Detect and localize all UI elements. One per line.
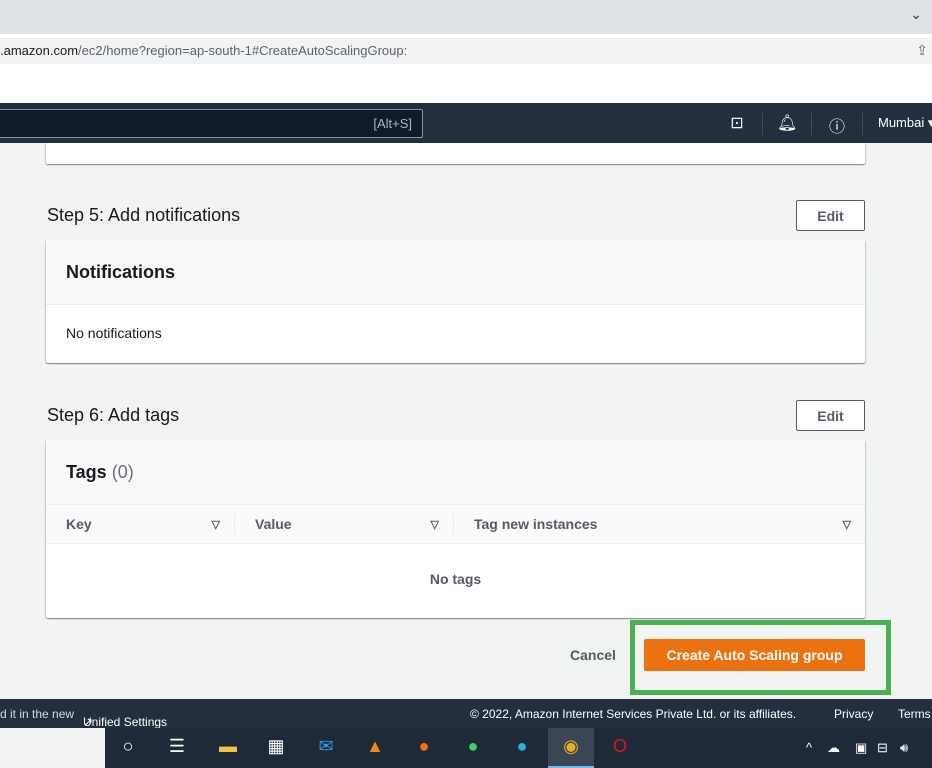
aws-footer: d it in the new Unified Settings ↗ © 202…: [0, 699, 932, 729]
panel-title: Notifications: [46, 240, 865, 305]
network-icon[interactable]: ⊟: [877, 740, 888, 756]
column-key[interactable]: Key ▽: [46, 505, 234, 543]
file-explorer-icon[interactable]: ▬: [214, 736, 242, 757]
divider: [762, 113, 763, 135]
url-field[interactable]: .amazon.com/ec2/home?region=ap-south-1#C…: [0, 38, 932, 64]
previous-step-panel: [46, 143, 865, 164]
sort-icon[interactable]: ▽: [431, 518, 439, 531]
divider: [811, 113, 812, 135]
bell-icon[interactable]: 🔔︎: [777, 113, 797, 133]
browser-tabstrip: ⌄: [0, 0, 932, 34]
whatsapp-icon[interactable]: ●: [459, 736, 487, 757]
mail-icon[interactable]: ✉: [312, 736, 340, 757]
step6-edit-button[interactable]: Edit: [796, 400, 865, 431]
search-input[interactable]: [Alt+S]: [0, 109, 423, 138]
notifications-panel: Notifications No notifications: [46, 240, 865, 363]
search-shortcut: [Alt+S]: [373, 116, 412, 131]
external-link-icon: ↗: [83, 715, 94, 729]
step5-title: Step 5: Add notifications: [47, 205, 241, 225]
notifications-empty: No notifications: [66, 325, 162, 341]
cortana-icon[interactable]: ○: [114, 736, 142, 757]
step5-edit-button[interactable]: Edit: [796, 200, 865, 231]
settings-text: d it in the new: [0, 707, 75, 721]
column-label: Key: [66, 516, 92, 532]
tray-chevron-icon[interactable]: ^: [806, 740, 812, 755]
windows-taskbar: ○ ☰ ▬ ▦ ✉ ▲ ● ● ● ◉ O ^ ☁ ▣ ⊟ 🔊︎: [0, 728, 932, 768]
onedrive-error-icon[interactable]: ☁: [827, 740, 840, 756]
firefox-icon[interactable]: ●: [410, 736, 438, 757]
battery-icon[interactable]: ▣: [855, 740, 867, 756]
vlc-icon[interactable]: ▲: [361, 736, 389, 757]
terms-link[interactable]: Terms: [898, 707, 931, 721]
tags-table-header: Key ▽ Value ▽ Tag new instances ▽: [46, 505, 865, 544]
tags-empty: No tags: [429, 571, 482, 587]
column-label: Value: [255, 516, 292, 532]
chevron-down-icon[interactable]: ⌄: [910, 6, 922, 23]
step6-title: Step 6: Add tags: [47, 405, 180, 425]
aws-top-nav: [Alt+S] ⊡ 🔔︎ ⓘ Mumbai ▾: [0, 103, 932, 143]
tags-count: (0): [111, 462, 134, 482]
column-tag-new-instances[interactable]: Tag new instances ▽: [453, 514, 865, 534]
help-icon[interactable]: ⓘ: [827, 113, 847, 137]
microsoft-store-icon[interactable]: ▦: [262, 736, 290, 757]
cloudshell-icon[interactable]: ⊡: [727, 113, 747, 133]
copyright: © 2022, Amazon Internet Services Private…: [470, 707, 797, 721]
sort-icon[interactable]: ▽: [212, 518, 220, 531]
taskbar-search[interactable]: [0, 728, 105, 768]
edge-icon[interactable]: ●: [508, 736, 536, 757]
column-value[interactable]: Value ▽: [234, 514, 453, 534]
column-label: Tag new instances: [474, 516, 598, 532]
create-auto-scaling-group-button[interactable]: Create Auto Scaling group: [644, 639, 865, 671]
privacy-link[interactable]: Privacy: [834, 707, 873, 721]
link-label: Unified Settings: [83, 715, 168, 729]
panel-title: Tags (0): [46, 440, 865, 505]
url-host: .amazon.com: [0, 43, 79, 58]
divider: [862, 113, 863, 135]
chrome-taskbar-button[interactable]: ◉: [548, 728, 594, 768]
sort-icon[interactable]: ▽: [843, 518, 851, 531]
volume-icon[interactable]: 🔊︎: [900, 740, 908, 756]
cancel-button[interactable]: Cancel: [570, 647, 616, 663]
url-path: /ec2/home?region=ap-south-1#CreateAutoSc…: [78, 43, 408, 58]
task-view-icon[interactable]: ☰: [163, 736, 191, 757]
region-selector[interactable]: Mumbai ▾: [878, 115, 932, 131]
tags-panel: Tags (0) Key ▽ Value ▽ Tag new instances ▽ …: [46, 440, 865, 618]
opera-icon[interactable]: O: [606, 736, 634, 757]
address-bar-area: .amazon.com/ec2/home?region=ap-south-1#C…: [0, 34, 932, 67]
chrome-icon: ◉: [563, 736, 579, 756]
bookmarks-area: [0, 67, 932, 103]
tags-title: Tags: [66, 462, 107, 482]
share-icon[interactable]: ⇪: [916, 42, 928, 59]
